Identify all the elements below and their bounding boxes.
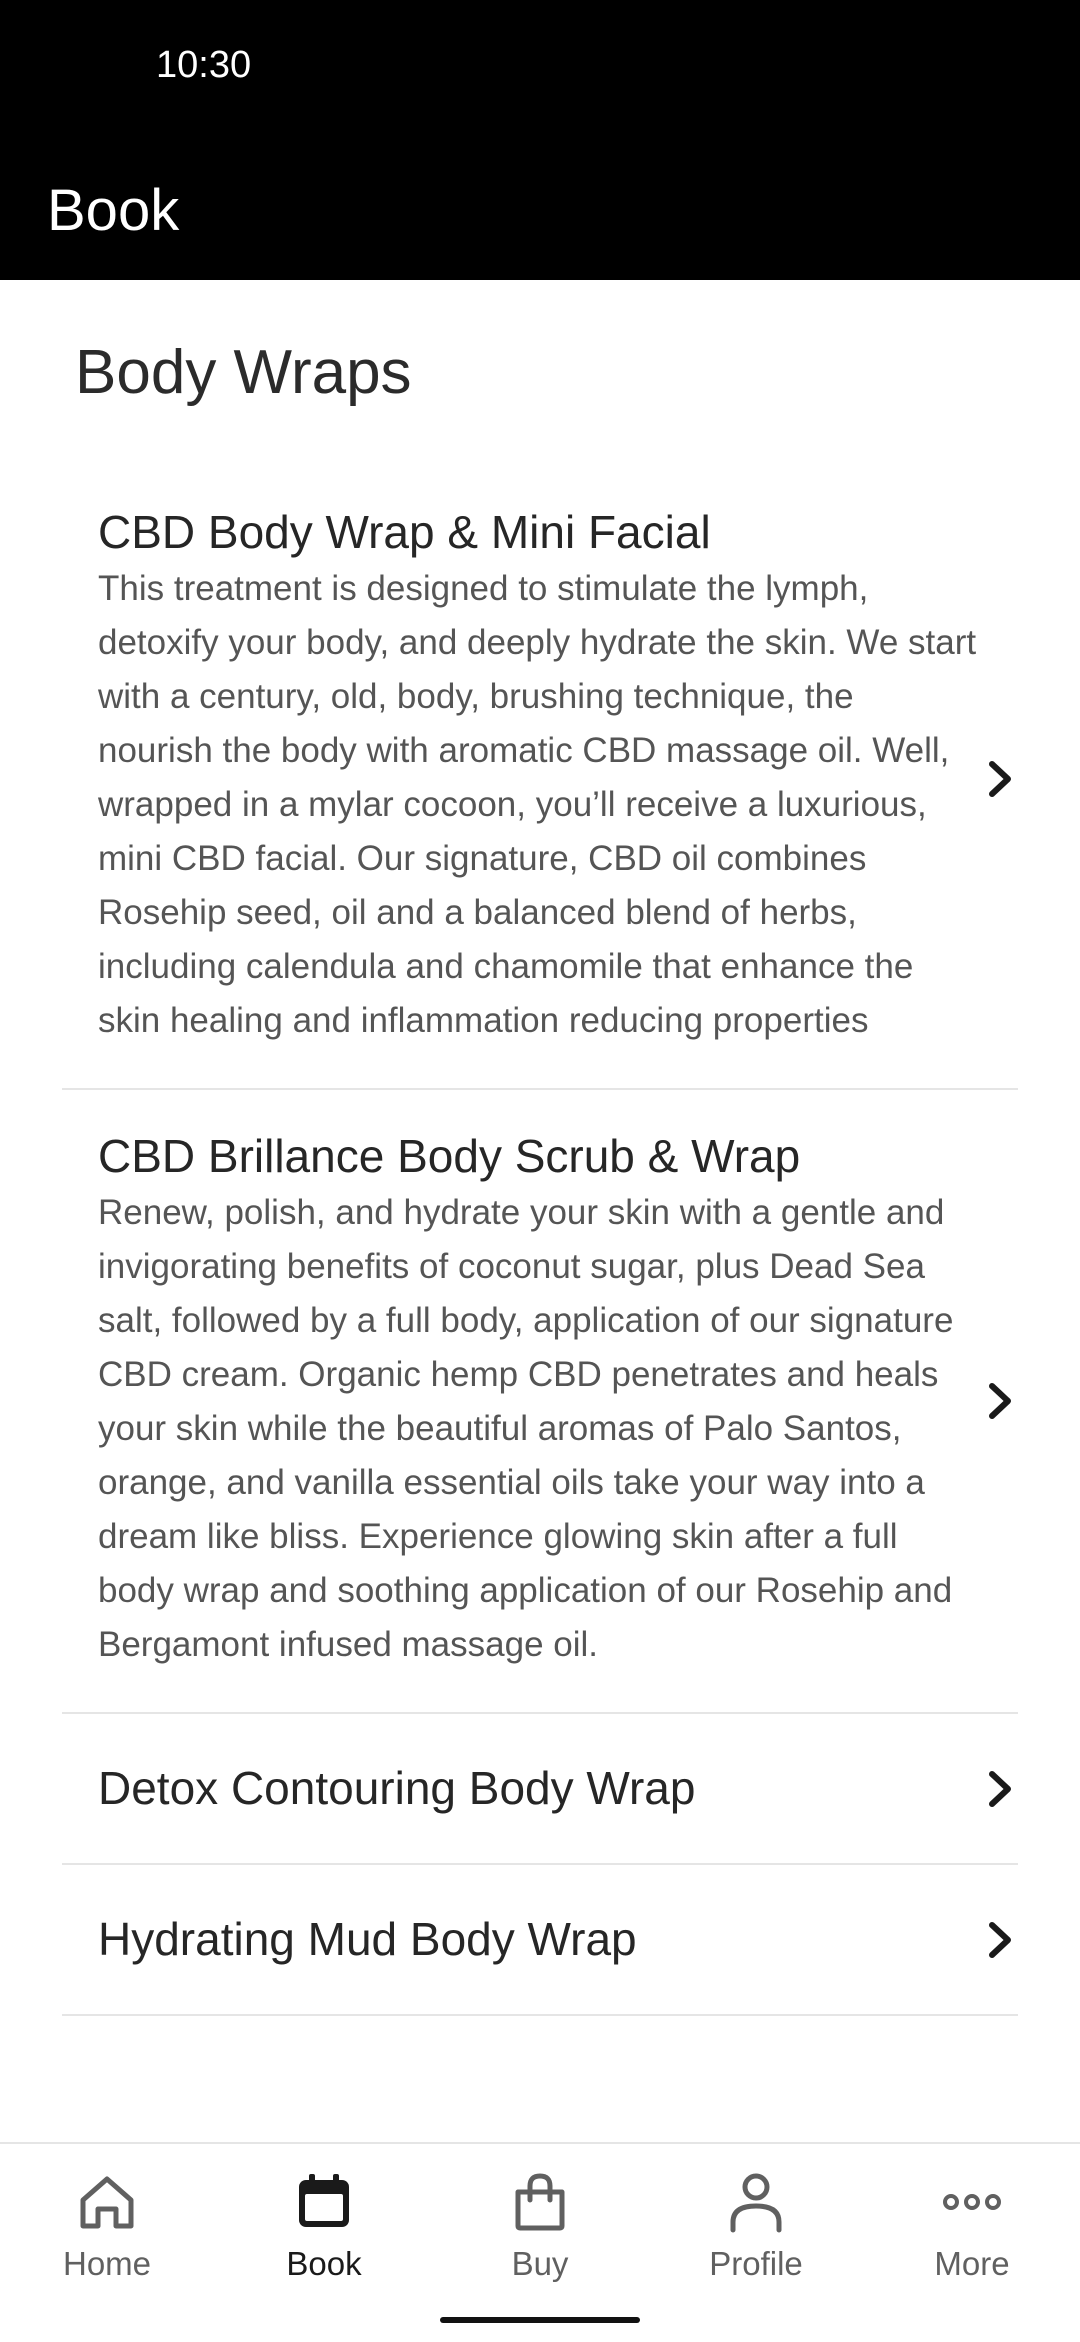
service-name: Detox Contouring Body Wrap — [98, 1762, 696, 1814]
chevron-right-icon — [984, 1920, 1018, 1960]
service-list: CBD Body Wrap & Mini Facial This treatme… — [62, 470, 1018, 2016]
nav-item-home[interactable]: Home — [17, 2170, 197, 2300]
page-title: Book — [47, 178, 180, 243]
person-icon — [724, 2170, 788, 2234]
service-item-cbd-body-wrap-mini-facial[interactable]: CBD Body Wrap & Mini Facial This treatme… — [62, 470, 1018, 1090]
nav-item-profile[interactable]: Profile — [666, 2170, 846, 2300]
service-name: CBD Brillance Body Scrub & Wrap — [98, 1130, 801, 1182]
nav-label: More — [934, 2245, 1010, 2282]
chevron-right-icon — [984, 1381, 1018, 1421]
service-description: This treatment is designed to stimulate … — [98, 569, 977, 1040]
calendar-icon — [292, 2170, 356, 2234]
service-item-hydrating-mud-body-wrap[interactable]: Hydrating Mud Body Wrap — [62, 1865, 1018, 2016]
home-icon — [75, 2170, 139, 2234]
chevron-right-icon — [984, 1769, 1018, 1809]
status-bar: 10:30 — [0, 0, 1080, 140]
nav-item-more[interactable]: More — [882, 2170, 1062, 2300]
service-name: Hydrating Mud Body Wrap — [98, 1913, 637, 1965]
service-item-detox-contouring-body-wrap[interactable]: Detox Contouring Body Wrap — [62, 1714, 1018, 1865]
status-time: 10:30 — [156, 44, 252, 86]
section-title: Body Wraps — [75, 338, 412, 407]
nav-label: Home — [62, 2245, 152, 2282]
service-item-cbd-brillance-body-scrub-wrap[interactable]: CBD Brillance Body Scrub & Wrap Renew, p… — [62, 1090, 1018, 1714]
nav-item-buy[interactable]: Buy — [450, 2170, 630, 2300]
shopping-bag-icon — [508, 2170, 572, 2234]
nav-item-book[interactable]: Book — [234, 2170, 414, 2300]
nav-label: Buy — [511, 2245, 569, 2282]
nav-label: Book — [286, 2245, 362, 2282]
bottom-nav: Home Book Buy Profile More — [0, 2142, 1080, 2342]
app-bar: Book — [0, 140, 1080, 280]
service-name: CBD Body Wrap & Mini Facial — [98, 506, 711, 558]
service-description: Renew, polish, and hydrate your skin wit… — [98, 1193, 954, 1664]
more-dots-icon — [940, 2170, 1004, 2234]
home-indicator — [440, 2317, 640, 2323]
chevron-right-icon — [984, 759, 1018, 799]
nav-label: Profile — [709, 2245, 803, 2282]
